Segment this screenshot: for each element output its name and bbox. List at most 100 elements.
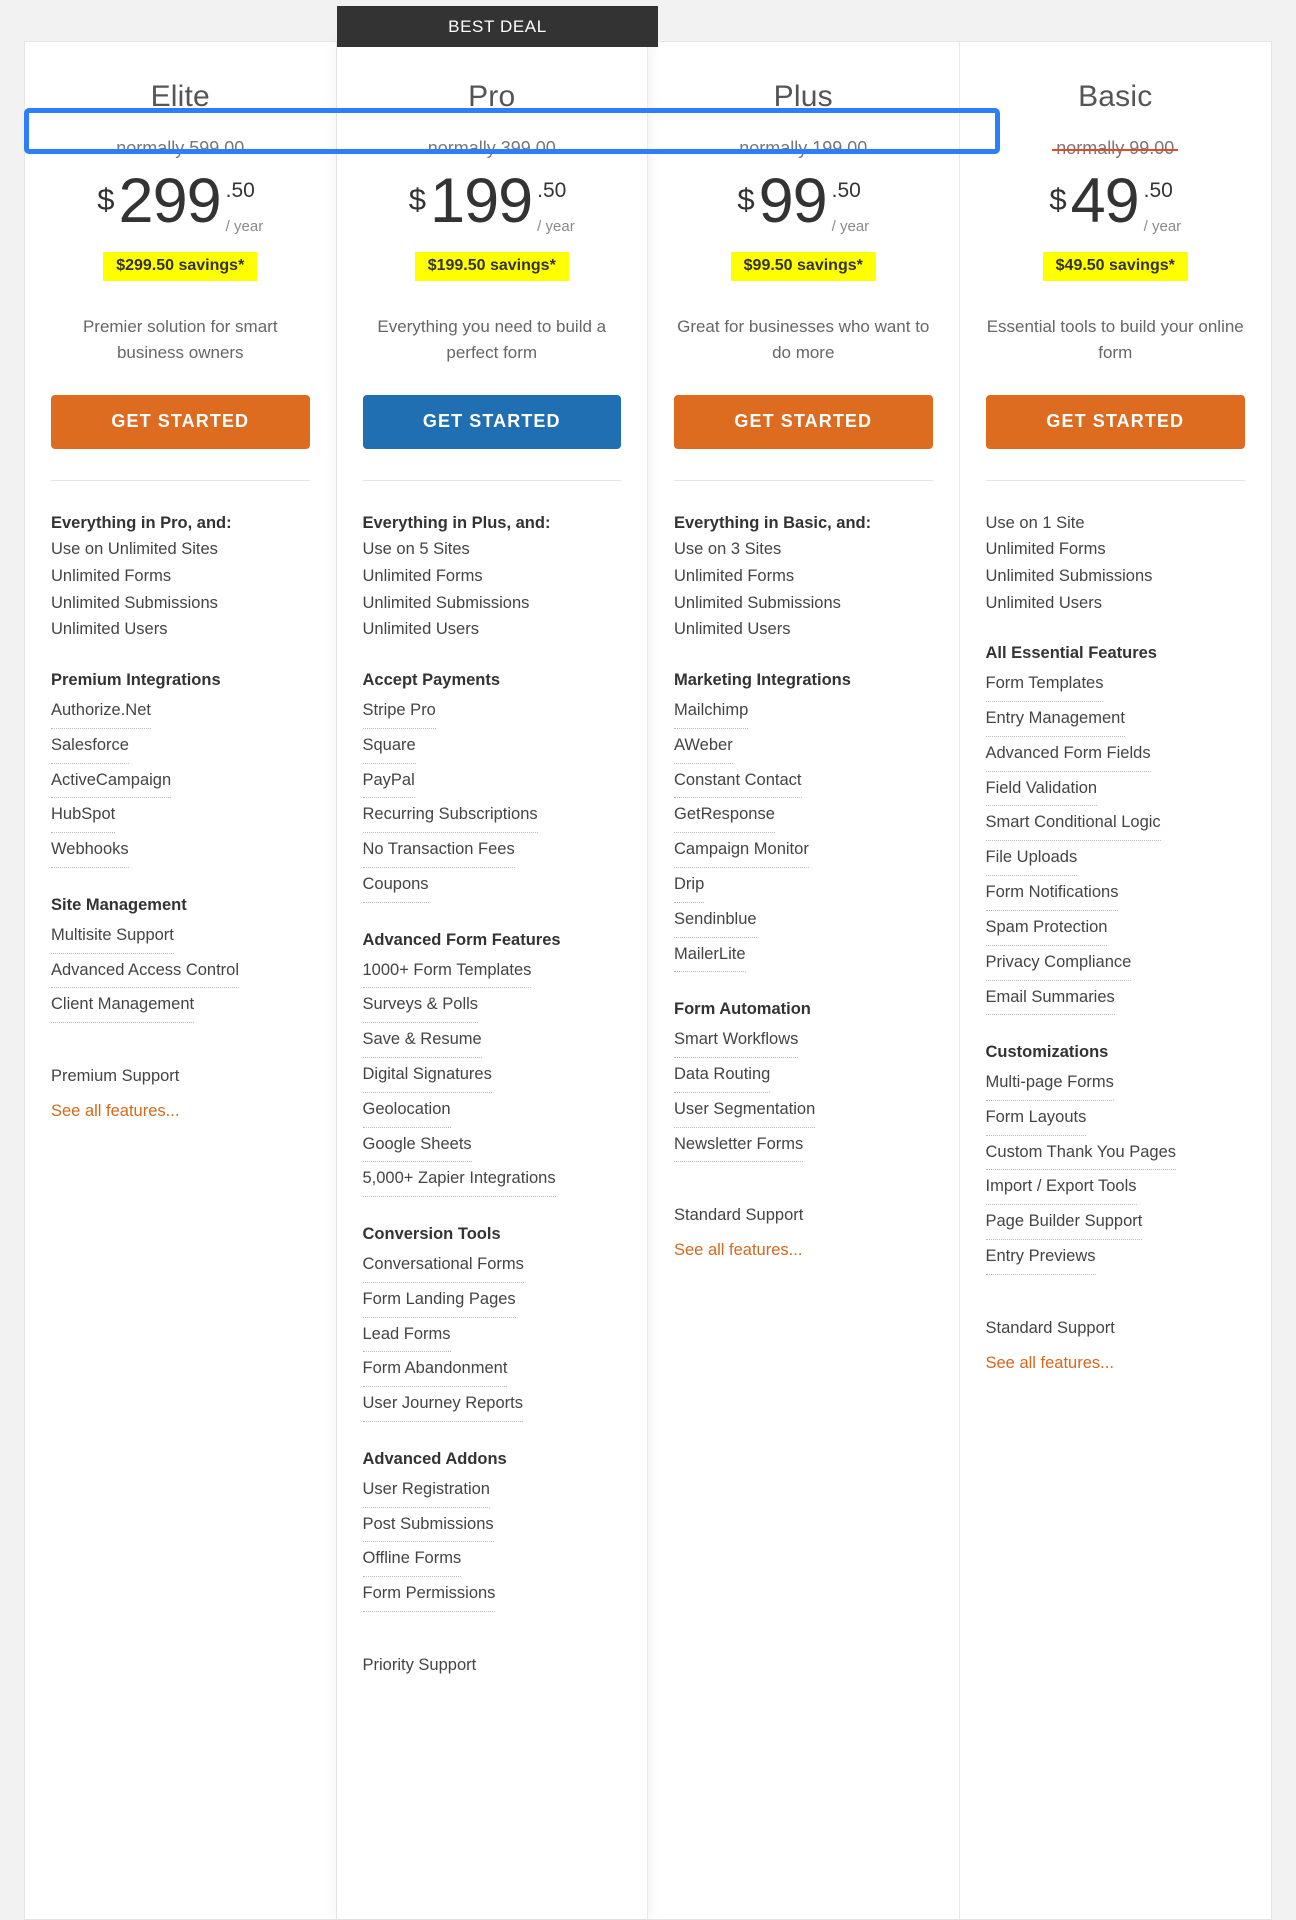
feature-item: Unlimited Submissions xyxy=(985,567,1153,586)
feature-link[interactable]: 5,000+ Zapier Integrations xyxy=(362,1162,556,1198)
feature-link[interactable]: User Segmentation xyxy=(674,1093,816,1128)
see-all-features-link[interactable]: See all features... xyxy=(986,1350,1246,1377)
plan-column: Plus normally 199.00 $99.50 / year $99.50 sa… xyxy=(648,42,960,1919)
feature-link[interactable]: Stripe Pro xyxy=(362,694,436,729)
feature-link[interactable]: MailerLite xyxy=(674,938,746,973)
price-period: / year xyxy=(225,218,264,235)
get-started-button[interactable]: GET STARTED xyxy=(985,394,1245,449)
feature-link[interactable]: Advanced Access Control xyxy=(51,954,240,989)
feature-link[interactable]: Constant Contact xyxy=(674,764,802,799)
feature-link[interactable]: Conversational Forms xyxy=(362,1248,524,1283)
feature-item: Use on 1 Site xyxy=(985,513,1085,532)
feature-link[interactable]: 1000+ Form Templates xyxy=(362,954,532,989)
feature-link[interactable]: Post Submissions xyxy=(362,1508,494,1543)
normal-price: normally 399.00 xyxy=(363,135,622,162)
feature-link[interactable]: HubSpot xyxy=(51,798,116,834)
feature-link[interactable]: Webhooks xyxy=(51,833,129,868)
currency-symbol: $ xyxy=(408,182,427,217)
feature-link[interactable]: PayPal xyxy=(362,764,415,799)
feature-link[interactable]: Entry Management xyxy=(985,702,1125,737)
feature-link[interactable]: Advanced Form Fields xyxy=(985,737,1151,772)
get-started-button[interactable]: GET STARTED xyxy=(362,394,621,449)
feature-group-title: Advanced Addons xyxy=(362,1449,507,1468)
feature-link[interactable]: Import / Export Tools xyxy=(985,1170,1137,1206)
feature-item: Unlimited Forms xyxy=(362,567,483,586)
feature-link[interactable]: Geolocation xyxy=(362,1093,451,1128)
feature-link[interactable]: Data Routing xyxy=(674,1058,771,1093)
feature-link[interactable]: No Transaction Fees xyxy=(362,833,515,868)
price-amount: 299 xyxy=(118,166,222,236)
feature-link[interactable]: Smart Workflows xyxy=(674,1023,799,1058)
feature-link[interactable]: Square xyxy=(362,729,416,764)
feature-link[interactable]: Multi-page Forms xyxy=(985,1066,1114,1101)
price-period: / year xyxy=(537,218,575,235)
feature-link[interactable]: Newsletter Forms xyxy=(674,1128,804,1163)
feature-link[interactable]: Form Permissions xyxy=(362,1577,496,1612)
feature-link[interactable]: Salesforce xyxy=(51,729,129,764)
normal-price: normally 599.00 xyxy=(51,135,310,162)
plan-name: Pro xyxy=(468,80,516,113)
feature-link[interactable]: Smart Conditional Logic xyxy=(985,806,1161,842)
price-amount: 99 xyxy=(758,166,828,236)
price-cents: .50 xyxy=(225,179,255,202)
support-level: Standard Support xyxy=(985,1318,1115,1337)
feature-link[interactable]: Spam Protection xyxy=(985,911,1108,946)
feature-link[interactable]: Form Abandonment xyxy=(362,1352,508,1388)
feature-group: Form Automation Smart Workflows Data Routi… xyxy=(674,996,933,1163)
feature-list: Everything in Basic, and: Use on 3 Sites U… xyxy=(674,510,933,1264)
feature-link[interactable]: User Journey Reports xyxy=(362,1387,523,1422)
feature-link[interactable]: Privacy Compliance xyxy=(985,946,1132,981)
feature-link[interactable]: Entry Previews xyxy=(985,1240,1096,1275)
feature-link[interactable]: Google Sheets xyxy=(362,1128,472,1163)
feature-link[interactable]: AWeber xyxy=(674,729,733,764)
get-started-button[interactable]: GET STARTED xyxy=(51,394,310,449)
feature-link[interactable]: Form Landing Pages xyxy=(362,1283,516,1318)
plan-column: Pro normally 399.00 $199.50 / year $199.50 s… xyxy=(336,42,648,1919)
feature-link[interactable]: Multisite Support xyxy=(51,919,174,954)
feature-link[interactable]: Form Notifications xyxy=(985,876,1119,911)
feature-list: Use on 1 Site Unlimited Forms Unlimited Su… xyxy=(985,510,1246,1377)
price-block: $49.50 / year xyxy=(986,166,1246,238)
feature-link[interactable]: Coupons xyxy=(362,868,429,903)
feature-link[interactable]: Custom Thank You Pages xyxy=(985,1136,1176,1171)
feature-link[interactable]: Sendinblue xyxy=(674,903,757,938)
see-all-features-link[interactable]: See all features... xyxy=(51,1098,310,1125)
feature-link[interactable]: GetResponse xyxy=(674,798,775,834)
section-divider xyxy=(51,479,310,481)
feature-link[interactable]: ActiveCampaign xyxy=(51,764,172,799)
feature-link[interactable]: Surveys & Polls xyxy=(362,988,479,1024)
feature-link[interactable]: Client Management xyxy=(51,988,195,1024)
feature-link[interactable]: User Registration xyxy=(362,1473,490,1508)
plan-name: Basic xyxy=(1078,80,1153,113)
savings-badge-wrap: $199.50 savings* xyxy=(363,252,622,281)
savings-badge: $49.50 savings* xyxy=(1042,252,1188,281)
feature-link[interactable]: Form Layouts xyxy=(985,1101,1087,1136)
best-deal-badge: BEST DEAL xyxy=(337,6,658,47)
price-amount: 49 xyxy=(1070,166,1140,236)
feature-link[interactable]: Drip xyxy=(674,868,705,903)
feature-link[interactable]: Recurring Subscriptions xyxy=(362,798,538,834)
feature-group: All Essential Features Form Templates Entr… xyxy=(985,640,1246,1016)
feature-link[interactable]: Offline Forms xyxy=(362,1542,462,1578)
price-cents: .50 xyxy=(1143,179,1173,202)
feature-link[interactable]: Email Summaries xyxy=(985,981,1115,1016)
feature-group-title: Accept Payments xyxy=(362,671,501,690)
feature-link[interactable]: Mailchimp xyxy=(674,694,749,729)
feature-link[interactable]: Lead Forms xyxy=(362,1318,451,1353)
feature-link[interactable]: File Uploads xyxy=(985,841,1078,877)
feature-link[interactable]: Save & Resume xyxy=(362,1023,482,1058)
feature-link[interactable]: Page Builder Support xyxy=(985,1205,1143,1241)
feature-link[interactable]: Authorize.Net xyxy=(51,694,151,729)
feature-link[interactable]: Campaign Monitor xyxy=(674,833,809,868)
feature-link[interactable]: Field Validation xyxy=(985,772,1098,807)
price-block: $299.50 / year xyxy=(51,166,310,238)
normal-price: normally 99.00 xyxy=(986,135,1246,162)
feature-group-title: Everything in Plus, and: xyxy=(362,513,551,532)
feature-link[interactable]: Digital Signatures xyxy=(362,1058,492,1093)
feature-item: Unlimited Users xyxy=(985,593,1102,612)
get-started-button[interactable]: GET STARTED xyxy=(674,394,933,449)
see-all-features-link[interactable]: See all features... xyxy=(674,1237,933,1264)
feature-group-title: Everything in Basic, and: xyxy=(674,513,872,532)
feature-link[interactable]: Form Templates xyxy=(985,667,1104,702)
